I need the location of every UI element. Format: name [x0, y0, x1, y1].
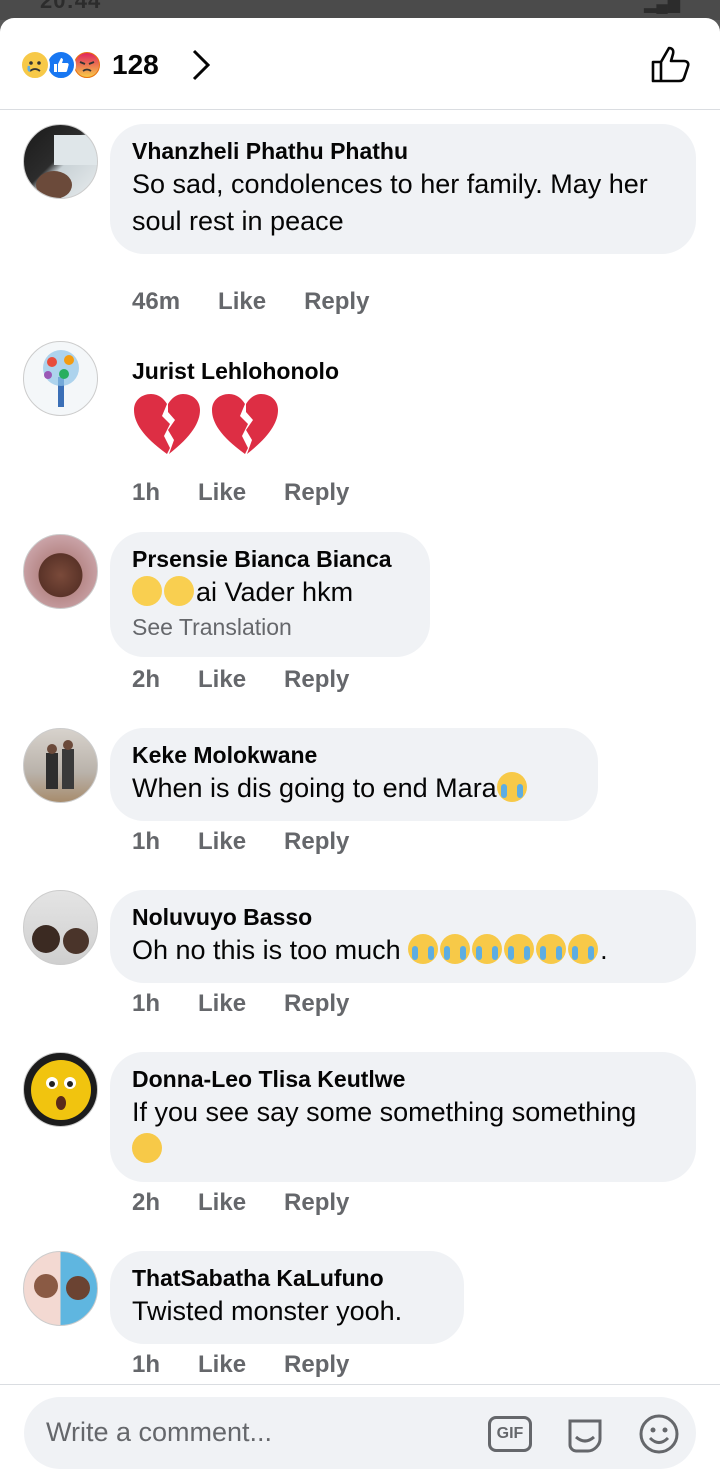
broken-heart-icon — [210, 392, 280, 471]
comment-bubble[interactable]: Prsensie Bianca Bianca ai Vader hkm See … — [110, 532, 430, 657]
comment-time[interactable]: 2h — [132, 1189, 160, 1217]
commenter-name[interactable]: ThatSabatha KaLufuno — [132, 1263, 442, 1293]
sad-reaction-icon — [20, 50, 50, 80]
sticker-icon[interactable] — [564, 1413, 606, 1455]
like-link[interactable]: Like — [198, 1189, 246, 1217]
comment-composer: Write a comment... GIF — [0, 1384, 720, 1475]
comment-actions: 1h Like Reply — [132, 1351, 387, 1379]
comment-time[interactable]: 2h — [132, 666, 160, 694]
comment-actions: 46m Like Reply — [132, 288, 407, 316]
commenter-name[interactable]: Keke Molokwane — [132, 740, 576, 770]
avatar[interactable] — [23, 124, 98, 199]
chevron-right-icon[interactable] — [190, 48, 212, 90]
status-time: 20:44 — [40, 0, 102, 13]
status-bar: 20:44 ▂▄▆ — [0, 0, 720, 20]
like-reaction-icon — [46, 50, 76, 80]
crying-face-icon — [408, 934, 439, 964]
broken-heart-icon — [132, 392, 202, 471]
comment-time[interactable]: 1h — [132, 479, 160, 507]
comment-text-row: When is dis going to end Mara — [132, 770, 576, 807]
like-link[interactable]: Like — [198, 990, 246, 1018]
commenter-name[interactable]: Donna-Leo Tlisa Keutlwe — [132, 1064, 674, 1094]
commenter-name[interactable]: Noluvuyo Basso — [132, 902, 674, 932]
reply-link[interactable]: Reply — [284, 666, 349, 694]
avatar[interactable] — [23, 890, 98, 965]
comment-text-row: ai Vader hkm — [132, 574, 408, 611]
crying-face-icon — [440, 934, 471, 964]
see-translation-link[interactable]: See Translation — [132, 611, 408, 643]
reply-link[interactable]: Reply — [284, 828, 349, 856]
comment-emoji-row — [132, 392, 488, 471]
reaction-count: 128 — [112, 49, 159, 80]
like-link[interactable]: Like — [218, 288, 266, 316]
signal-icon: ▂▄▆ — [644, 0, 680, 13]
comment-text-row: If you see say some something something — [132, 1094, 674, 1168]
comment-actions: 2h Like Reply — [132, 1189, 387, 1217]
like-thumb-icon[interactable] — [650, 44, 692, 84]
comment-text: Oh no this is too much — [132, 935, 401, 965]
gif-button[interactable]: GIF — [488, 1416, 532, 1452]
comment-bubble[interactable]: Donna-Leo Tlisa Keutlwe If you see say s… — [110, 1052, 696, 1182]
reply-link[interactable]: Reply — [284, 479, 349, 507]
like-link[interactable]: Like — [198, 828, 246, 856]
comments-sheet: 128 Vhanzheli Phathu Phathu So sad, cond… — [0, 18, 720, 1475]
like-link[interactable]: Like — [198, 666, 246, 694]
comment-time[interactable]: 46m — [132, 288, 180, 316]
comment-time[interactable]: 1h — [132, 828, 160, 856]
crying-face-icon — [568, 934, 599, 964]
crying-face-icon — [536, 934, 567, 964]
comment-actions: 1h Like Reply — [132, 479, 387, 507]
reply-link[interactable]: Reply — [284, 1189, 349, 1217]
comment-bubble[interactable]: Noluvuyo Basso Oh no this is too much . — [110, 890, 696, 983]
reply-link[interactable]: Reply — [304, 288, 369, 316]
comment-actions: 2h Like Reply — [132, 666, 387, 694]
reply-link[interactable]: Reply — [284, 990, 349, 1018]
comment-actions: 1h Like Reply — [132, 990, 387, 1018]
comment-text: ai Vader hkm — [196, 577, 354, 607]
commenter-name[interactable]: Vhanzheli Phathu Phathu — [132, 136, 674, 166]
avatar[interactable] — [23, 728, 98, 803]
comment-text: Twisted monster yooh. — [132, 1296, 403, 1326]
reactions-summary[interactable]: 128 — [20, 48, 159, 82]
crying-face-icon — [472, 934, 503, 964]
avatar[interactable] — [23, 534, 98, 609]
monocle-face-icon — [132, 1133, 162, 1163]
comment-actions: 1h Like Reply — [132, 828, 387, 856]
pensive-face-icon — [164, 576, 194, 606]
comment-bubble[interactable]: Keke Molokwane When is dis going to end … — [110, 728, 598, 821]
reactions-header: 128 — [0, 18, 720, 110]
comment-time[interactable]: 1h — [132, 990, 160, 1018]
like-link[interactable]: Like — [198, 479, 246, 507]
avatar[interactable] — [23, 1251, 98, 1326]
comment-bubble[interactable]: Jurist Lehlohonolo — [110, 344, 510, 485]
comment-text: When is dis going to end Mara — [132, 773, 497, 803]
comment-input-placeholder: Write a comment... — [46, 1417, 273, 1447]
comment-input[interactable]: Write a comment... GIF — [24, 1397, 696, 1469]
comment-time[interactable]: 1h — [132, 1351, 160, 1379]
comment-suffix: . — [600, 935, 608, 965]
comment-text: So sad, condolences to her family. May h… — [132, 169, 648, 236]
emoji-icon[interactable] — [638, 1413, 680, 1455]
crying-face-icon — [504, 934, 535, 964]
comment-text-row: Oh no this is too much . — [132, 932, 674, 969]
crying-face-icon — [496, 772, 527, 802]
commenter-name[interactable]: Jurist Lehlohonolo — [132, 356, 488, 386]
pensive-face-icon — [132, 576, 162, 606]
like-link[interactable]: Like — [198, 1351, 246, 1379]
comment-bubble[interactable]: ThatSabatha KaLufuno Twisted monster yoo… — [110, 1251, 464, 1344]
angry-reaction-icon — [72, 50, 102, 80]
reply-link[interactable]: Reply — [284, 1351, 349, 1379]
commenter-name[interactable]: Prsensie Bianca Bianca — [132, 544, 408, 574]
avatar[interactable] — [23, 341, 98, 416]
comment-text: If you see say some something something — [132, 1097, 637, 1127]
comment-bubble[interactable]: Vhanzheli Phathu Phathu So sad, condolen… — [110, 124, 696, 254]
avatar[interactable] — [23, 1052, 98, 1127]
